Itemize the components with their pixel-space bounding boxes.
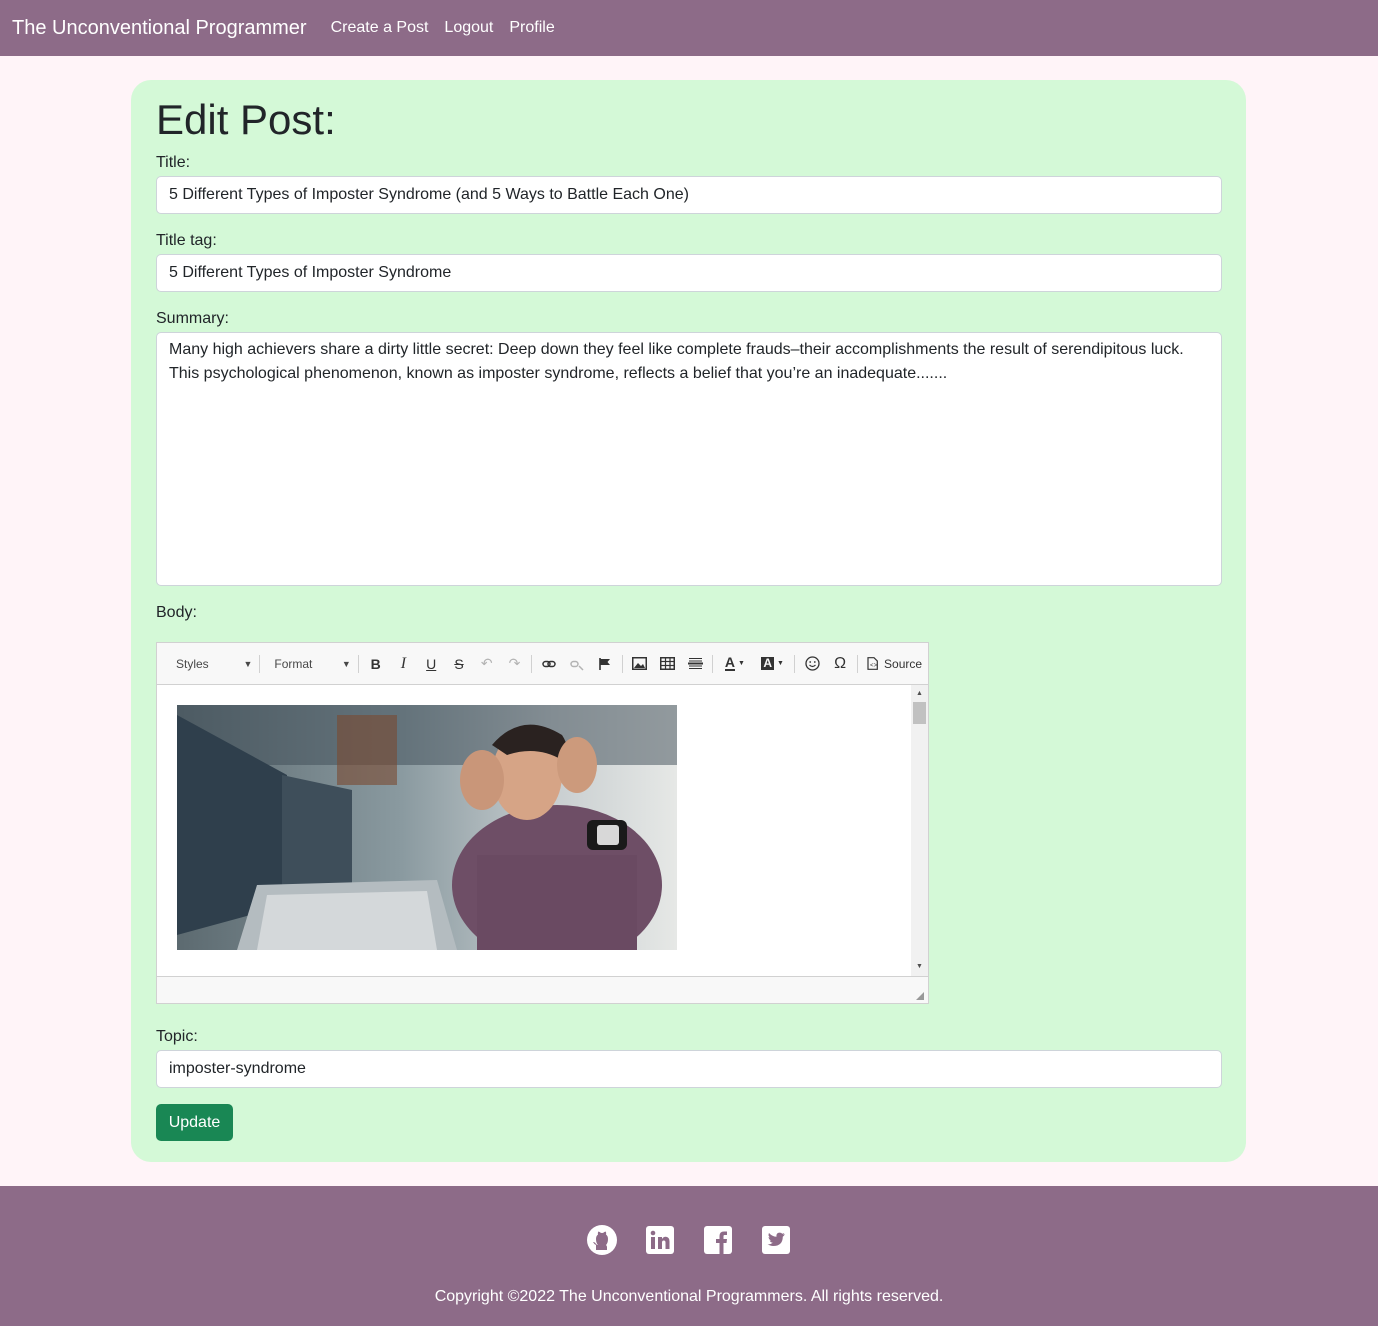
undo-icon[interactable]: ↶ <box>473 652 501 676</box>
bold-icon[interactable]: B <box>362 652 390 676</box>
scroll-down-icon[interactable]: ▼ <box>911 960 928 974</box>
editor-toolbar: Styles ▼ Format ▼ B I U S ↶ ↷ A ▼ A ▼ Ω … <box>157 643 928 685</box>
scrollbar-thumb[interactable] <box>913 702 926 724</box>
title-tag-label: Title tag: <box>156 232 217 249</box>
editor-scrollbar[interactable]: ▲ ▼ <box>911 685 928 976</box>
background-color-icon[interactable]: A ▼ <box>754 652 792 676</box>
title-input[interactable] <box>156 176 1222 214</box>
footer: Copyright ©2022 The Unconventional Progr… <box>0 1186 1378 1326</box>
nav-create-post[interactable]: Create a Post <box>331 19 429 37</box>
nav-profile[interactable]: Profile <box>509 19 554 37</box>
post-image <box>177 705 677 950</box>
unlink-icon[interactable] <box>563 652 591 676</box>
facebook-icon[interactable] <box>702 1224 734 1256</box>
image-icon[interactable] <box>626 652 654 676</box>
body-label: Body: <box>156 604 197 621</box>
styles-dropdown[interactable]: Styles ▼ <box>165 652 256 676</box>
topic-input[interactable] <box>156 1050 1222 1088</box>
edit-post-card: Edit Post: Title: Title tag: Summary: Ma… <box>131 80 1246 1162</box>
toolbar-separator <box>712 654 714 673</box>
toolbar-separator <box>531 654 533 673</box>
toolbar-separator <box>794 654 796 673</box>
source-button[interactable]: <> Source <box>861 652 928 676</box>
update-button[interactable]: Update <box>156 1104 233 1141</box>
topic-label: Topic: <box>156 1028 198 1045</box>
social-links <box>0 1224 1378 1256</box>
page-title: Edit Post: <box>156 96 336 143</box>
special-char-icon[interactable]: Ω <box>826 652 854 676</box>
source-label: Source <box>884 656 923 671</box>
linkedin-icon[interactable] <box>644 1224 676 1256</box>
title-tag-input[interactable] <box>156 254 1222 292</box>
title-label: Title: <box>156 154 191 171</box>
brand-link[interactable]: The Unconventional Programmer <box>12 17 307 40</box>
editor-statusbar <box>157 976 928 1003</box>
underline-icon[interactable]: U <box>417 652 445 676</box>
scroll-up-icon[interactable]: ▲ <box>911 687 928 701</box>
redo-icon[interactable]: ↷ <box>501 652 529 676</box>
summary-label: Summary: <box>156 310 229 327</box>
format-label: Format <box>274 656 313 671</box>
toolbar-separator <box>259 654 261 673</box>
anchor-icon[interactable] <box>591 652 619 676</box>
strikethrough-icon[interactable]: S <box>445 652 473 676</box>
copyright-text: Copyright ©2022 The Unconventional Progr… <box>434 1288 944 1305</box>
editor-content-area[interactable] <box>157 685 911 976</box>
horizontal-line-icon[interactable] <box>681 652 709 676</box>
source-icon: <> <box>867 657 878 670</box>
github-icon[interactable] <box>586 1224 618 1256</box>
toolbar-separator <box>621 654 623 673</box>
table-icon[interactable] <box>654 652 682 676</box>
toolbar-separator <box>357 654 359 673</box>
resize-handle-icon[interactable] <box>916 992 924 1000</box>
format-dropdown[interactable]: Format ▼ <box>263 652 354 676</box>
text-color-icon[interactable]: A ▼ <box>716 652 754 676</box>
styles-label: Styles <box>176 656 209 671</box>
chevron-down-icon: ▼ <box>243 658 253 669</box>
summary-textarea[interactable]: Many high achievers share a dirty little… <box>156 332 1222 586</box>
twitter-icon[interactable] <box>760 1224 792 1256</box>
toolbar-separator <box>857 654 859 673</box>
chevron-down-icon: ▼ <box>341 658 351 669</box>
link-icon[interactable] <box>535 652 563 676</box>
smiley-icon[interactable] <box>798 652 826 676</box>
body-editor: Styles ▼ Format ▼ B I U S ↶ ↷ A ▼ A ▼ Ω … <box>156 642 929 1004</box>
italic-icon[interactable]: I <box>390 652 418 676</box>
navbar: The Unconventional Programmer Create a P… <box>0 0 1378 56</box>
nav-logout[interactable]: Logout <box>444 19 493 37</box>
svg-text:<>: <> <box>870 662 878 669</box>
